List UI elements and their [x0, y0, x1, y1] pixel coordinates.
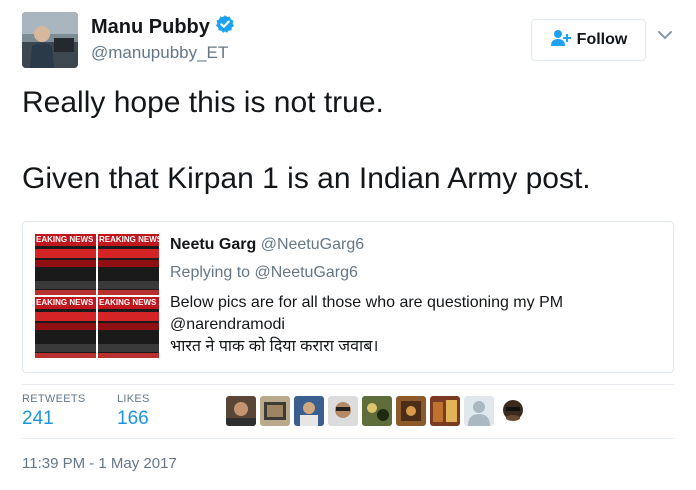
- tweet-text-line-2: Given that Kirpan 1 is an Indian Army po…: [22, 162, 591, 195]
- quoted-author-handle[interactable]: @NeetuGarg6: [261, 236, 364, 253]
- tweet-timestamp[interactable]: 11:39 PM - 1 May 2017: [22, 455, 177, 472]
- media-thumbnail[interactable]: EAKING NEWS: [35, 234, 96, 295]
- author-name-row[interactable]: Manu Pubby: [91, 14, 235, 40]
- quoted-tweet-body: Neetu Garg @NeetuGarg6 Replying to @Neet…: [170, 234, 659, 358]
- add-user-icon: [550, 29, 572, 52]
- retweets-label: RETWEETS: [22, 393, 86, 405]
- author-display-name[interactable]: Manu Pubby: [91, 15, 210, 39]
- retweets-stat[interactable]: RETWEETS 241: [22, 392, 86, 431]
- likes-stat[interactable]: LIKES 166: [117, 392, 150, 431]
- quoted-tweet-author: Neetu Garg @NeetuGarg6: [170, 234, 659, 256]
- verified-badge-icon: [215, 14, 235, 40]
- tweet-header: Manu Pubby @manupubby_ET Follow: [22, 12, 674, 70]
- media-thumbnail[interactable]: REAKING NEWS: [98, 234, 159, 295]
- likes-label: LIKES: [117, 393, 150, 405]
- media-caption: EAKING NEWS: [35, 297, 96, 309]
- media-caption: EAKING NEWS: [35, 234, 96, 246]
- author-avatar[interactable]: [22, 12, 78, 68]
- liker-avatar[interactable]: [294, 396, 324, 426]
- quoted-text-line-2: @narendramodi: [170, 316, 285, 333]
- liker-avatar[interactable]: [396, 396, 426, 426]
- quoted-tweet-media[interactable]: EAKING NEWS REAKING NEWS EAKING NEWS EAK…: [35, 234, 159, 358]
- liker-avatar[interactable]: [328, 396, 358, 426]
- author-info: Manu Pubby @manupubby_ET: [91, 14, 235, 63]
- liker-avatar[interactable]: [226, 396, 256, 426]
- quoted-tweet-text: Below pics are for all those who are que…: [170, 292, 659, 358]
- replying-to: Replying to @NeetuGarg6: [170, 264, 358, 281]
- liker-avatar[interactable]: [498, 396, 528, 426]
- liker-avatar[interactable]: [362, 396, 392, 426]
- divider: [22, 384, 674, 385]
- quoted-text-line-1: Below pics are for all those who are que…: [170, 294, 564, 311]
- quoted-tweet-card[interactable]: EAKING NEWS REAKING NEWS EAKING NEWS EAK…: [22, 221, 674, 373]
- liker-avatar[interactable]: [430, 396, 460, 426]
- author-handle[interactable]: @manupubby_ET: [91, 43, 235, 63]
- chevron-down-icon[interactable]: [656, 28, 674, 42]
- tweet-stats: RETWEETS 241 LIKES 166: [22, 386, 676, 438]
- media-thumbnail[interactable]: EAKING NEWS: [35, 297, 96, 358]
- tweet-text: Really hope this is not true. Given that…: [22, 84, 676, 198]
- media-caption: EAKING NEWS: [98, 297, 159, 309]
- tweet-text-line-1: Really hope this is not true.: [22, 86, 384, 119]
- likes-count[interactable]: 166: [117, 407, 150, 431]
- follow-button[interactable]: Follow: [531, 19, 646, 61]
- retweets-count[interactable]: 241: [22, 407, 86, 431]
- quoted-text-line-3: भारत ने पाक को दिया करारा जवाब।: [170, 338, 379, 355]
- quoted-author-name[interactable]: Neetu Garg: [170, 236, 256, 253]
- liker-avatar[interactable]: [464, 396, 494, 426]
- liker-avatars: [226, 396, 528, 426]
- media-caption: REAKING NEWS: [98, 234, 159, 246]
- follow-button-label: Follow: [576, 31, 628, 48]
- divider: [22, 438, 674, 439]
- liker-avatar[interactable]: [260, 396, 290, 426]
- media-thumbnail[interactable]: EAKING NEWS: [98, 297, 159, 358]
